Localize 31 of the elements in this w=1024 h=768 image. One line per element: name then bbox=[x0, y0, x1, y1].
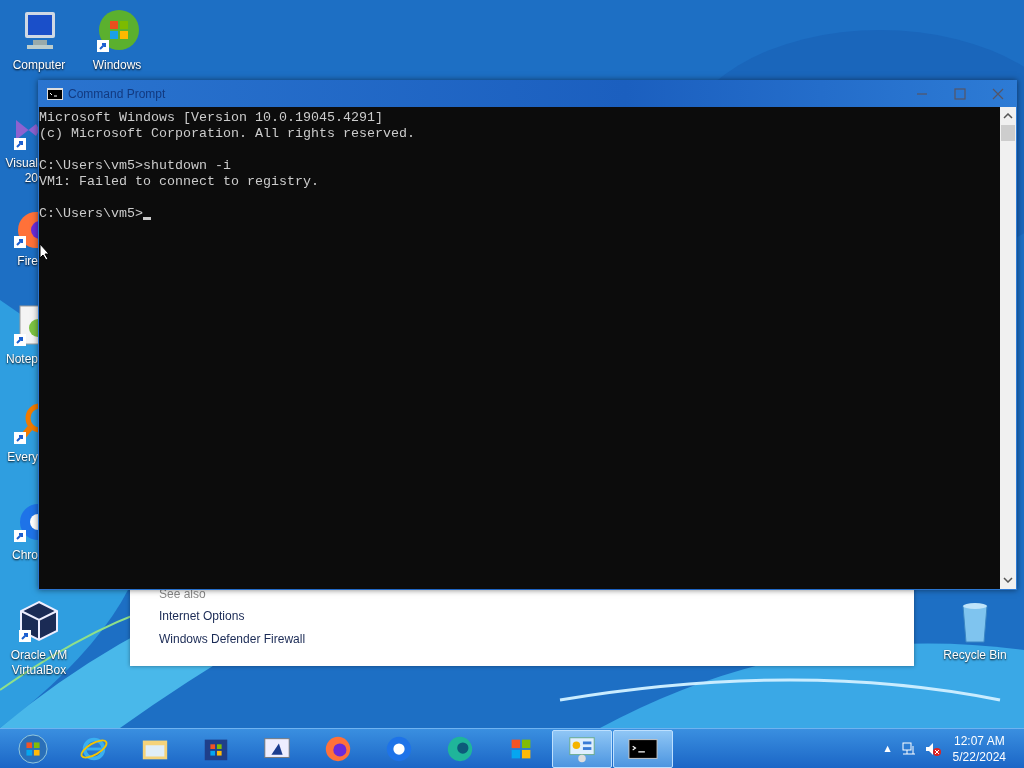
icon-label: Oracle VM bbox=[10, 648, 68, 663]
clock-date[interactable]: 5/22/2024 bbox=[952, 748, 1006, 765]
scrollbar[interactable] bbox=[1000, 107, 1016, 589]
scroll-down-icon[interactable] bbox=[1003, 577, 1013, 583]
console-icon bbox=[47, 87, 63, 100]
related-link[interactable]: Internet Options bbox=[159, 608, 245, 625]
icon-label: VirtualBox bbox=[11, 663, 67, 678]
console-line: (c) Microsoft Corporation. All rights reserved. bbox=[39, 126, 415, 142]
clock-time[interactable]: 12:07 AM bbox=[953, 732, 1005, 749]
icon-label: Visual bbox=[5, 156, 38, 171]
icon-label: Chro bbox=[12, 548, 38, 563]
scroll-thumb[interactable] bbox=[1001, 125, 1015, 141]
console-line: VM1: Failed to connect to registry. bbox=[39, 174, 319, 190]
console-line: Microsoft Windows [Version 10.0.19045.4291] bbox=[39, 110, 383, 126]
start-icon[interactable] bbox=[18, 733, 48, 764]
icon-label: Windows bbox=[92, 58, 142, 73]
window-title: Command Prompt bbox=[68, 86, 166, 101]
icon-label: Recycle Bin bbox=[943, 648, 1007, 663]
show-hidden-icons[interactable]: ▲ bbox=[884, 744, 891, 753]
icon-label: Fire bbox=[17, 254, 38, 269]
taskbar-button[interactable] bbox=[613, 729, 673, 768]
icon-label: Notep bbox=[5, 352, 38, 367]
network-icon[interactable] bbox=[900, 740, 917, 757]
related-link[interactable]: Windows Defender Firewall bbox=[159, 631, 306, 648]
icon-label: Computer bbox=[12, 58, 66, 73]
icon-label: 20 bbox=[24, 171, 38, 186]
console-line: C:\Users\vm5>shutdown -i bbox=[39, 158, 231, 174]
icon-label: Every bbox=[7, 450, 38, 465]
text-cursor bbox=[143, 217, 151, 220]
console-line: C:\Users\vm5> bbox=[39, 206, 143, 222]
scroll-up-icon[interactable] bbox=[1003, 113, 1013, 119]
